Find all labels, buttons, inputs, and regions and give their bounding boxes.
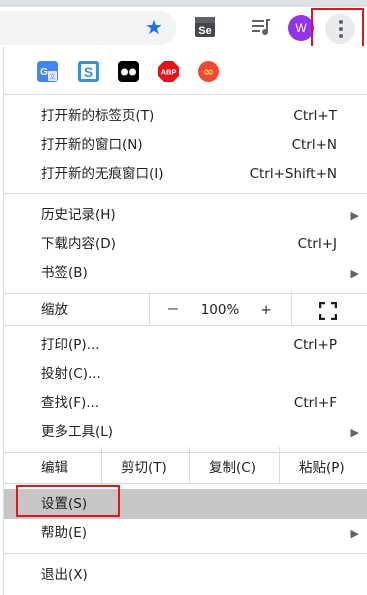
menu-separator xyxy=(4,293,367,294)
menu-item-label: 查找(F)... xyxy=(41,395,100,411)
submenu-arrow-icon: ▶ xyxy=(350,426,359,439)
menu-separator xyxy=(4,452,367,453)
menu-item-bookmarks[interactable]: 书签(B) ▶ xyxy=(4,259,367,288)
fullscreen-icon[interactable] xyxy=(319,302,337,320)
menu-item-find[interactable]: 查找(F)... Ctrl+F xyxy=(4,389,367,418)
highlight-box-menu-button xyxy=(311,8,364,49)
google-translate-icon[interactable]: G 文 xyxy=(37,61,58,82)
menu-separator xyxy=(4,483,367,484)
menu-item-downloads[interactable]: 下载内容(D) Ctrl+J xyxy=(4,230,367,259)
menu-item-cast[interactable]: 投射(C)... xyxy=(4,360,367,389)
menu-item-label: 打开新的窗口(N) xyxy=(41,137,143,153)
browser-toolbar: ★ Se W xyxy=(0,0,367,49)
submenu-arrow-icon: ▶ xyxy=(350,209,359,222)
menu-item-label: 历史记录(H) xyxy=(41,207,116,223)
selenium-ide-icon[interactable]: Se xyxy=(193,15,217,39)
menu-item-label: 退出(X) xyxy=(41,567,88,583)
svg-text:文: 文 xyxy=(49,73,55,81)
menu-item-shortcut: Ctrl+Shift+N xyxy=(249,166,337,182)
menu-item-new-window[interactable]: 打开新的窗口(N) Ctrl+N xyxy=(4,131,367,160)
menu-separator xyxy=(4,553,367,554)
zoom-out-button[interactable]: － xyxy=(163,296,183,325)
glasses-extension-icon[interactable] xyxy=(118,61,139,82)
s-extension-icon[interactable]: S xyxy=(78,61,99,82)
svg-text:S: S xyxy=(84,64,93,80)
zoom-label: 缩放 xyxy=(41,302,68,318)
bookmark-star-icon[interactable]: ★ xyxy=(143,16,165,38)
svg-text:G: G xyxy=(40,67,48,78)
menu-item-new-incognito-window[interactable]: 打开新的无痕窗口(I) Ctrl+Shift+N xyxy=(4,160,367,189)
menu-item-label: 书签(B) xyxy=(41,265,88,281)
menu-item-shortcut: Ctrl+T xyxy=(293,108,337,124)
menu-item-help[interactable]: 帮助(E) ▶ xyxy=(4,519,367,548)
menu-separator xyxy=(4,193,367,194)
extensions-row: G 文 S ABP ∞ xyxy=(4,56,367,88)
highlight-box-settings xyxy=(16,485,120,517)
menu-item-label: 下载内容(D) xyxy=(41,236,116,252)
edit-divider xyxy=(189,447,190,483)
menu-item-label: 打开新的标签页(T) xyxy=(41,108,155,124)
submenu-arrow-icon: ▶ xyxy=(350,527,359,540)
copy-button[interactable]: 复制(C) xyxy=(209,454,256,483)
media-control-icon[interactable] xyxy=(249,15,273,39)
cut-button[interactable]: 剪切(T) xyxy=(121,454,167,483)
menu-item-new-tab[interactable]: 打开新的标签页(T) Ctrl+T xyxy=(4,102,367,131)
zoom-row: 缩放 － 100% + xyxy=(4,291,367,326)
menu-item-history[interactable]: 历史记录(H) ▶ xyxy=(4,201,367,230)
zoom-level: 100% xyxy=(200,302,240,318)
menu-item-more-tools[interactable]: 更多工具(L) ▶ xyxy=(4,418,367,447)
zoom-in-button[interactable]: + xyxy=(256,296,276,325)
menu-item-print[interactable]: 打印(P)... Ctrl+P xyxy=(4,331,367,360)
menu-item-label: 打印(P)... xyxy=(41,337,100,353)
svg-text:Se: Se xyxy=(198,25,211,37)
menu-item-shortcut: Ctrl+F xyxy=(293,395,337,411)
svg-text:ABP: ABP xyxy=(161,68,177,77)
menu-item-exit[interactable]: 退出(X) xyxy=(4,561,367,590)
menu-separator xyxy=(4,325,367,326)
menu-item-shortcut: Ctrl+N xyxy=(291,137,337,153)
tab-strip-edge xyxy=(0,0,367,7)
edit-label: 编辑 xyxy=(41,460,68,476)
zoom-divider xyxy=(291,291,292,326)
paste-button[interactable]: 粘贴(P) xyxy=(299,454,345,483)
menu-item-label: 打开新的无痕窗口(I) xyxy=(41,166,164,182)
menu-item-shortcut: Ctrl+P xyxy=(293,337,337,353)
menu-item-label: 帮助(E) xyxy=(41,525,88,541)
menu-item-label: 投射(C)... xyxy=(41,366,101,382)
edit-divider xyxy=(101,447,102,483)
menu-item-label: 更多工具(L) xyxy=(41,424,114,440)
adblock-plus-icon[interactable]: ABP xyxy=(158,61,179,82)
zoom-divider xyxy=(149,291,150,326)
svg-text:∞: ∞ xyxy=(203,65,214,80)
submenu-arrow-icon: ▶ xyxy=(350,267,359,280)
menu-separator xyxy=(4,94,367,95)
infinity-extension-icon[interactable]: ∞ xyxy=(198,61,219,82)
menu-item-shortcut: Ctrl+J xyxy=(297,236,337,252)
edit-divider xyxy=(279,447,280,483)
edit-row: 编辑 剪切(T) 复制(C) 粘贴(P) xyxy=(4,447,367,483)
